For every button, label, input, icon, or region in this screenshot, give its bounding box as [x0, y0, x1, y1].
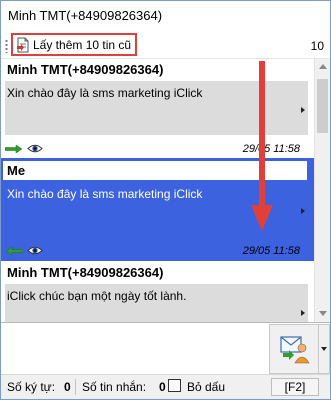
page-count: 10: [310, 39, 324, 53]
message-text: Xin chào đây là sms marketing iClick: [7, 86, 203, 100]
message-sender: Minh TMT(+84909826364): [7, 265, 164, 280]
expand-arrow-icon[interactable]: [301, 208, 305, 214]
arrow-right-icon: [5, 145, 23, 153]
message-time: 29/05 11:58: [242, 245, 300, 257]
arrow-left-icon: [5, 247, 23, 255]
chat-window: Minh TMT(+84909826364) Lấy thêm 10 tin c…: [0, 0, 331, 400]
remove-accents-label[interactable]: Bỏ dấu: [187, 380, 225, 394]
message-footer: 29/05 11:58: [5, 243, 308, 259]
message-count-value: 0: [159, 380, 166, 394]
message-item[interactable]: Minh TMT(+84909826364) iClick chúc bạn m…: [1, 261, 314, 322]
send-options-dropdown[interactable]: [319, 324, 330, 374]
send-message-icon: [280, 336, 310, 364]
expand-arrow-icon[interactable]: [301, 107, 305, 113]
scrollbar-thumb[interactable]: [317, 79, 328, 133]
title-bar: Minh TMT(+84909826364): [1, 1, 330, 31]
scroll-up-icon[interactable]: [319, 64, 327, 69]
expand-arrow-icon[interactable]: [301, 310, 305, 316]
load-older-messages-button[interactable]: Lấy thêm 10 tin cũ: [11, 33, 137, 56]
scroll-down-annotation-arrow: [251, 61, 273, 231]
send-button[interactable]: [269, 324, 319, 374]
message-bubble[interactable]: iClick chúc bạn một ngày tốt lành.: [5, 284, 308, 322]
toolbar: Lấy thêm 10 tin cũ 10: [1, 31, 330, 59]
message-text: iClick chúc bạn một ngày tốt lành.: [7, 289, 187, 303]
message-sender: Me: [7, 163, 26, 178]
toolbar-grip[interactable]: [5, 39, 8, 53]
chevron-down-icon: [321, 347, 327, 351]
compose-area: [1, 322, 330, 374]
message-text: Xin chào đây là sms marketing iClick: [7, 187, 203, 201]
load-older-messages-label: Lấy thêm 10 tin cũ: [33, 37, 132, 52]
eye-icon[interactable]: [27, 245, 43, 256]
scroll-down-icon[interactable]: [319, 311, 327, 316]
char-count-value: 0: [64, 380, 71, 394]
status-separator: [75, 379, 76, 395]
send-shortcut-badge: [F2]: [271, 378, 319, 396]
eye-icon[interactable]: [27, 143, 43, 154]
message-count-label: Số tin nhắn:: [82, 380, 147, 394]
char-count-label: Số ký tự:: [7, 380, 56, 394]
message-thread[interactable]: Minh TMT(+84909826364) Xin chào đây là s…: [1, 59, 314, 322]
message-input[interactable]: [1, 323, 267, 374]
remove-accents-checkbox[interactable]: [168, 379, 181, 392]
status-bar: Số ký tự: 0 Số tin nhắn: 0 Bỏ dấu [F2]: [1, 374, 330, 399]
thread-scrollbar[interactable]: [314, 59, 330, 322]
message-sender: Minh TMT(+84909826364): [7, 62, 164, 77]
window-title: Minh TMT(+84909826364): [8, 8, 163, 23]
document-icon: [16, 37, 30, 53]
